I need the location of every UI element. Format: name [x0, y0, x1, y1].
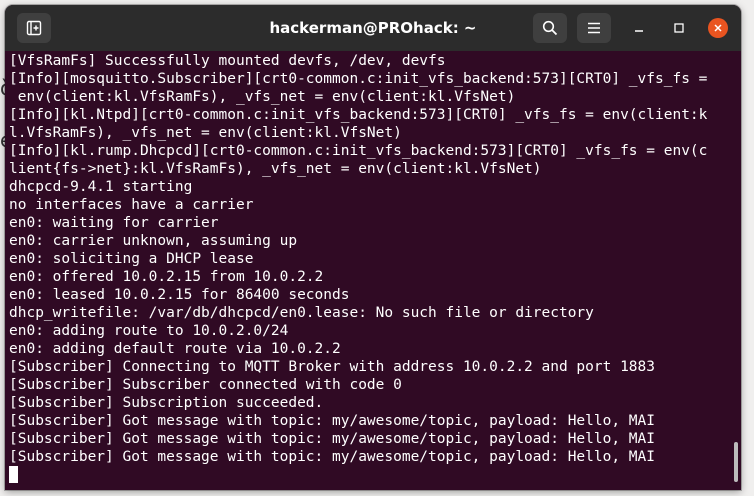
minimize-button[interactable]	[630, 19, 648, 37]
maximize-button[interactable]	[670, 19, 688, 37]
terminal-line: [VfsRamFs] Successfully mounted devfs, /…	[9, 53, 446, 69]
new-tab-icon	[26, 20, 42, 36]
search-icon	[542, 20, 558, 36]
terminal-output[interactable]: [VfsRamFs] Successfully mounted devfs, /…	[5, 51, 741, 490]
terminal-line: en0: soliciting a DHCP lease	[9, 251, 254, 267]
menu-button[interactable]	[577, 13, 611, 43]
terminal-line: [Subscriber] Got message with topic: my/…	[9, 431, 656, 447]
terminal-line: [Info][mosquitto.Subscriber][crt0-common…	[9, 71, 708, 87]
terminal-line: [Subscriber] Subscriber connected with c…	[9, 377, 402, 393]
terminal-line: lient{fs->net}:kl.VfsRamFs), _vfs_net = …	[9, 161, 542, 177]
terminal-line: env(client:kl.VfsRamFs), _vfs_net = env(…	[9, 89, 516, 105]
terminal-line: [Subscriber] Connecting to MQTT Broker w…	[9, 359, 656, 375]
terminal-line: no interfaces have a carrier	[9, 197, 254, 213]
terminal-line: en0: offered 10.0.2.15 from 10.0.2.2	[9, 269, 324, 285]
close-icon	[714, 24, 722, 32]
scrollbar[interactable]	[727, 51, 737, 486]
scrollbar-thumb[interactable]	[734, 442, 738, 482]
terminal-line: en0: waiting for carrier	[9, 215, 219, 231]
search-button[interactable]	[533, 13, 567, 43]
terminal-line: [Info][kl.Ntpd][crt0-common.c:init_vfs_b…	[9, 107, 708, 123]
terminal-line: dhcpcd-9.4.1 starting	[9, 179, 193, 195]
terminal-window: hackerman@PROhack: ~ [VfsRamFs] Successf…	[5, 5, 741, 490]
terminal-line: [Subscriber] Got message with topic: my/…	[9, 449, 656, 465]
maximize-icon	[674, 23, 684, 33]
window-title: hackerman@PROhack: ~	[269, 19, 477, 37]
close-button[interactable]	[708, 18, 728, 38]
terminal-line: [Subscriber] Got message with topic: my/…	[9, 413, 656, 429]
terminal-line: en0: adding route to 10.0.2.0/24	[9, 323, 289, 339]
terminal-cursor	[9, 466, 18, 483]
terminal-line: en0: leased 10.0.2.15 for 86400 seconds	[9, 287, 350, 303]
terminal-line: dhcp_writefile: /var/db/dhcpcd/en0.lease…	[9, 305, 594, 321]
terminal-line: en0: carrier unknown, assuming up	[9, 233, 298, 249]
hamburger-menu-icon	[588, 22, 600, 34]
terminal-line: l.VfsRamFs), _vfs_net = env(client:kl.Vf…	[9, 125, 402, 141]
minimize-icon	[635, 30, 643, 32]
terminal-line: [Info][kl.rump.Dhcpcd][crt0-common.c:ini…	[9, 143, 708, 159]
terminal-line: [Subscriber] Subscription succeeded.	[9, 395, 324, 411]
new-tab-button[interactable]	[17, 13, 51, 43]
title-bar[interactable]: hackerman@PROhack: ~	[5, 5, 741, 51]
terminal-line: en0: adding default route via 10.0.2.2	[9, 341, 341, 357]
